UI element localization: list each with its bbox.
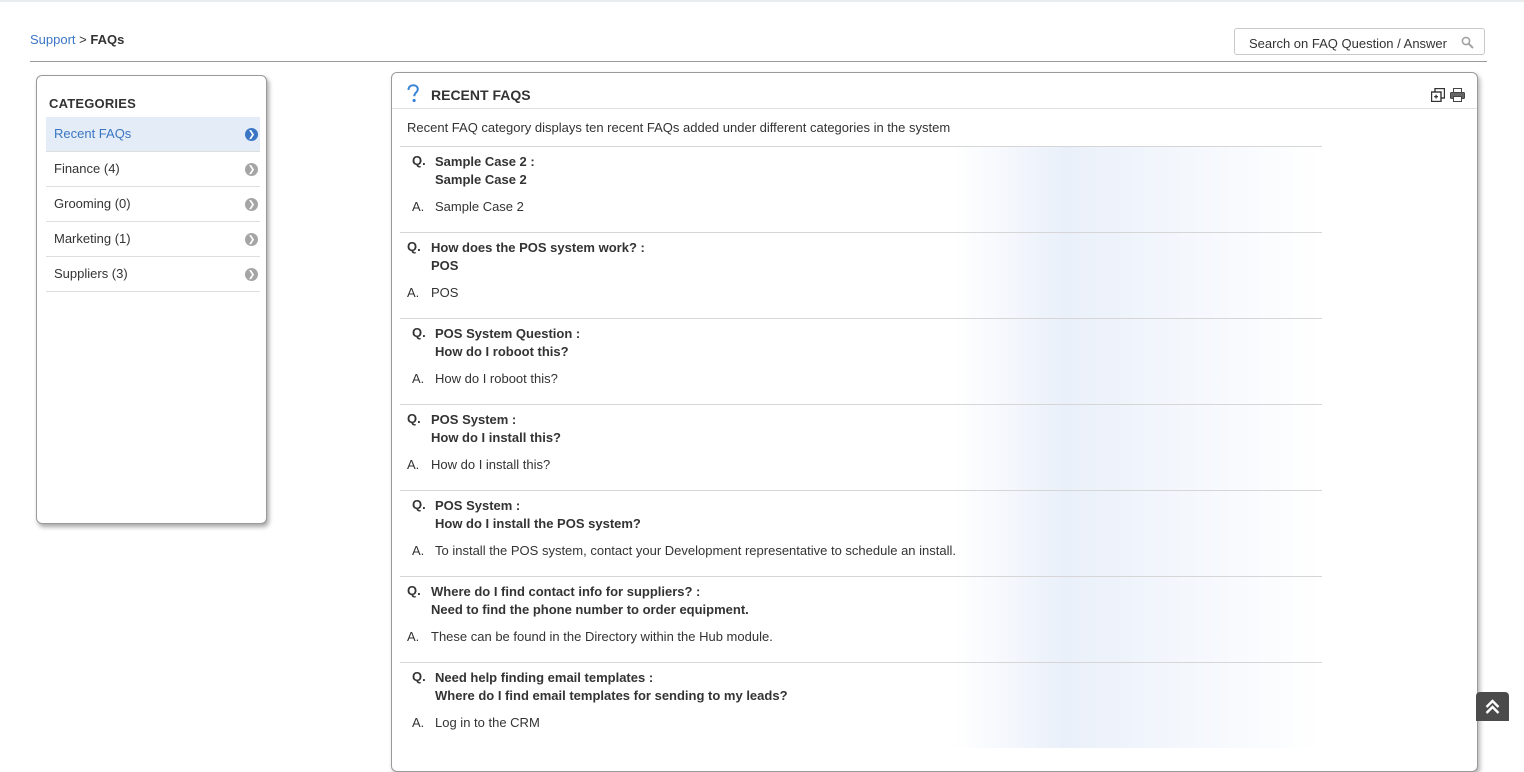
double-chevron-up-icon [1485, 699, 1500, 714]
categories-sidebar: CATEGORIES Recent FAQs ❯ Finance (4) ❯ G… [36, 75, 267, 524]
sidebar-item-grooming[interactable]: Grooming (0) ❯ [46, 187, 260, 222]
answer-prefix: A. [407, 457, 420, 472]
answer-prefix: A. [407, 629, 420, 644]
question-title: Where do I find contact info for supplie… [431, 584, 701, 599]
question-detail: How do I install the POS system? [435, 516, 641, 531]
faq-question[interactable]: POS System : How do I install this? [431, 411, 561, 447]
faq-question[interactable]: How does the POS system work? : POS [431, 239, 645, 275]
faq-question[interactable]: POS System Question : How do I roboot th… [435, 325, 580, 361]
question-prefix: Q. [407, 583, 421, 598]
breadcrumb: Support > FAQs [30, 32, 124, 47]
faq-item: Q. Sample Case 2 : Sample Case 2 A. Samp… [400, 146, 1322, 232]
sidebar-item-label: Suppliers (3) [54, 266, 128, 281]
breadcrumb-support-link[interactable]: Support [30, 32, 76, 47]
chevron-right-icon: ❯ [245, 233, 258, 246]
faq-question[interactable]: Sample Case 2 : Sample Case 2 [435, 153, 535, 189]
breadcrumb-separator: > [79, 32, 87, 47]
search-input[interactable] [1247, 33, 1461, 53]
sidebar-item-recent-faqs[interactable]: Recent FAQs ❯ [46, 117, 260, 152]
faq-answer: Sample Case 2 [435, 199, 524, 214]
question-detail: POS [431, 258, 459, 273]
panel-description: Recent FAQ category displays ten recent … [407, 120, 951, 135]
chevron-right-icon: ❯ [245, 128, 258, 141]
answer-prefix: A. [412, 543, 425, 558]
question-title: Need help finding email templates : [435, 670, 654, 685]
faq-answer: POS [431, 285, 459, 300]
print-icon[interactable] [1450, 88, 1465, 102]
answer-prefix: A. [412, 199, 425, 214]
panel-header: RECENT FAQS [392, 73, 1477, 109]
scroll-to-top-button[interactable] [1476, 692, 1509, 721]
faq-item: Q. Need help finding email templates : W… [400, 662, 1322, 748]
top-divider [0, 0, 1524, 2]
sidebar-item-suppliers[interactable]: Suppliers (3) ❯ [46, 257, 260, 292]
faq-question[interactable]: POS System : How do I install the POS sy… [435, 497, 641, 533]
header-divider [30, 61, 1487, 62]
answer-prefix: A. [412, 715, 425, 730]
expand-icon[interactable] [1431, 88, 1445, 102]
question-title: POS System Question : [435, 326, 581, 341]
question-detail: Need to find the phone number to order e… [431, 602, 749, 617]
question-prefix: Q. [412, 325, 426, 340]
question-title: Sample Case 2 : [435, 154, 535, 169]
faq-answer: How do I install this? [431, 457, 551, 472]
faq-question[interactable]: Where do I find contact info for supplie… [431, 583, 749, 619]
sidebar-title: CATEGORIES [49, 96, 136, 111]
question-title: How does the POS system work? : [431, 240, 645, 255]
question-title: POS System : [435, 498, 521, 513]
question-detail: How do I roboot this? [435, 344, 569, 359]
recent-faqs-panel: RECENT FAQS Recent FAQ category displays… [391, 72, 1478, 772]
question-prefix: Q. [407, 239, 421, 254]
question-detail: Sample Case 2 [435, 172, 527, 187]
faq-answer: How do I roboot this? [435, 371, 558, 386]
faq-search [1234, 28, 1485, 55]
panel-title: RECENT FAQS [431, 87, 531, 103]
question-prefix: Q. [412, 497, 426, 512]
chevron-right-icon: ❯ [245, 198, 258, 211]
answer-prefix: A. [412, 371, 425, 386]
sidebar-item-finance[interactable]: Finance (4) ❯ [46, 152, 260, 187]
faq-question[interactable]: Need help finding email templates : Wher… [435, 669, 788, 705]
breadcrumb-current: FAQs [90, 32, 125, 47]
faq-answer: Log in to the CRM [435, 715, 540, 730]
question-prefix: Q. [412, 153, 426, 168]
question-prefix: Q. [407, 411, 421, 426]
sidebar-item-label: Marketing (1) [54, 231, 131, 246]
sidebar-item-marketing[interactable]: Marketing (1) ❯ [46, 222, 260, 257]
question-prefix: Q. [412, 669, 426, 684]
faq-item: Q. POS System : How do I install this? A… [400, 404, 1322, 490]
question-title: POS System : [431, 412, 517, 427]
faq-item: Q. POS System : How do I install the POS… [400, 490, 1322, 576]
sidebar-item-label: Grooming (0) [54, 196, 131, 211]
faq-item: Q. POS System Question : How do I roboot… [400, 318, 1322, 404]
chevron-right-icon: ❯ [245, 268, 258, 281]
help-icon [407, 84, 419, 103]
search-icon[interactable] [1461, 36, 1474, 49]
sidebar-item-label: Recent FAQs [54, 126, 132, 141]
chevron-right-icon: ❯ [245, 163, 258, 176]
faq-item: Q. Where do I find contact info for supp… [400, 576, 1322, 662]
answer-prefix: A. [407, 285, 420, 300]
faq-list: Q. Sample Case 2 : Sample Case 2 A. Samp… [392, 146, 1477, 748]
faq-answer: To install the POS system, contact your … [435, 543, 956, 558]
sidebar-item-label: Finance (4) [54, 161, 120, 176]
faq-item: Q. How does the POS system work? : POS A… [400, 232, 1322, 318]
question-detail: How do I install this? [431, 430, 561, 445]
category-list: Recent FAQs ❯ Finance (4) ❯ Grooming (0)… [46, 117, 260, 292]
faq-answer: These can be found in the Directory with… [431, 629, 773, 644]
question-detail: Where do I find email templates for send… [435, 688, 788, 703]
